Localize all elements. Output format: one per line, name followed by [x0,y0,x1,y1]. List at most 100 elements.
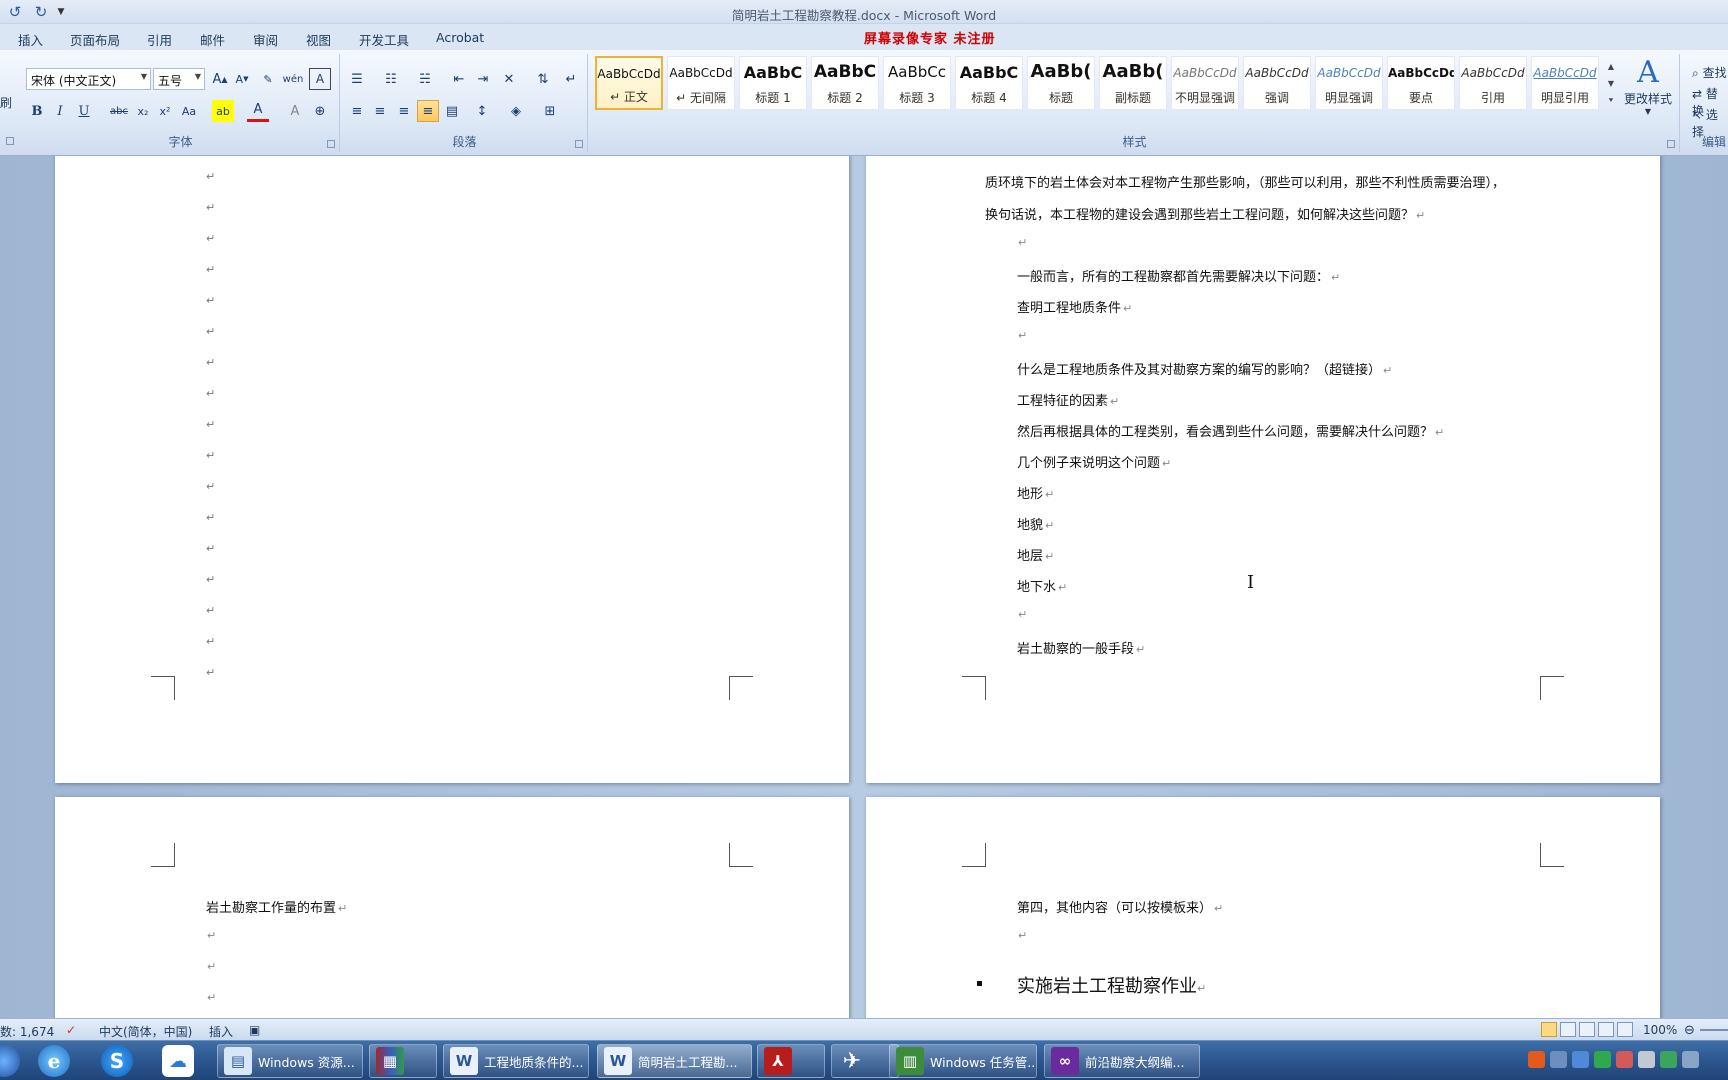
taskbar-item-explorer[interactable]: ▤ Windows 资源... [217,1044,363,1078]
style-strong[interactable]: AaBbCcDd 要点 [1387,56,1455,110]
style-quote[interactable]: AaBbCcDd 引用 [1459,56,1527,110]
clear-format-icon[interactable]: ✎ [257,68,279,90]
italic-icon[interactable]: I [49,100,71,122]
numbering-icon[interactable]: ☷ [380,68,402,90]
find-button[interactable]: ⌕ 查找 [1692,64,1727,81]
grow-font-icon[interactable]: A ▲ [209,68,231,90]
bold-icon[interactable]: B [26,100,48,122]
antivirus-icon[interactable] [1616,1051,1633,1068]
web-layout-icon[interactable] [1579,1022,1595,1037]
multilevel-list-icon[interactable]: ☵ [414,68,436,90]
zoom-out-icon[interactable]: ⊖ [1684,1023,1695,1038]
taskbar-item-winrar[interactable]: ▦ [369,1044,437,1078]
scroll-down-icon[interactable]: ▼ [1604,75,1618,92]
line-spacing-icon[interactable]: ↕ [471,100,493,122]
justify-icon[interactable]: ≡ [417,100,439,122]
tab-insert[interactable]: 插入 [18,30,43,49]
tab-review[interactable]: 审阅 [253,30,278,49]
style-heading-1[interactable]: AaBbC 标题 1 [739,56,807,110]
style-heading-4[interactable]: AaBbC 标题 4 [955,56,1023,110]
doc-line[interactable]: 什么是工程地质条件及其对勘察方案的编写的影响？（超链接） ↵ [1017,359,1392,378]
char-border-icon[interactable]: A [309,68,331,90]
word-count[interactable]: 数: 1,674 [0,1023,54,1040]
style-no-spacing[interactable]: AaBbCcDd ↵ 无间隔 [667,56,735,110]
network-icon[interactable] [1550,1051,1567,1068]
taskbar-item-word-2[interactable]: W 简明岩土工程勘... [597,1044,752,1078]
style-normal[interactable]: AaBbCcDd ↵ 正文 [595,56,663,110]
gallery-scroll[interactable]: ▲ ▼ ⯆ [1604,58,1618,112]
underline-icon[interactable]: U [73,100,95,122]
document-area[interactable]: ↵ ↵ ↵ ↵ ↵ ↵ ↵ ↵ ↵ ↵ ↵ ↵ ↵ ↵ ↵ ↵ ↵ 质环境下的岩土体会对本工程物产生那些影响，（… [0,156,1728,1026]
char-shading-icon[interactable]: A [284,100,306,122]
bullets-icon[interactable]: ☰ [346,68,368,90]
doc-heading[interactable]: 实施岩土工程勘察作业↵ [1017,972,1206,998]
styles-launcher-icon[interactable] [1667,140,1675,148]
usb-icon[interactable] [1638,1051,1655,1068]
doc-line[interactable]: ↵ [205,959,216,974]
insert-mode[interactable]: 插入 [209,1023,233,1040]
battery-icon[interactable] [1660,1051,1677,1068]
superscript-icon[interactable]: x² [154,100,176,122]
doc-line[interactable]: ↵ [1016,607,1027,622]
language-indicator[interactable]: 中文(简体，中国) [99,1023,192,1040]
tab-mailings[interactable]: 邮件 [200,30,225,49]
paragraph-launcher-icon[interactable] [575,140,583,148]
security-icon[interactable] [1594,1051,1611,1068]
scroll-up-icon[interactable]: ▲ [1604,58,1618,75]
doc-line[interactable]: 岩土勘察的一般手段 ↵ [1017,638,1145,657]
style-intense-emphasis[interactable]: AaBbCcDd 明显强调 [1315,56,1383,110]
doc-line[interactable]: 几个例子来说明这个问题 ↵ [1017,452,1171,471]
zoom-slider[interactable] [1700,1029,1728,1031]
tab-acrobat[interactable]: Acrobat [436,30,484,45]
font-size-box[interactable]: 五号 ▼ [153,68,205,90]
start-button-icon[interactable] [0,1045,20,1077]
increase-indent-icon[interactable]: ⇥ [472,68,494,90]
baidu-netdisk-icon[interactable]: ☁ [162,1045,194,1077]
decrease-indent-icon[interactable]: ⇤ [448,68,470,90]
doc-line[interactable]: 然后再根据具体的工程类别，看会遇到些什么问题，需要解决什么问题？ ↵ [1017,421,1444,440]
tab-developer[interactable]: 开发工具 [359,30,409,49]
tab-page-layout[interactable]: 页面布局 [70,30,120,49]
align-right-icon[interactable]: ≡ [393,100,415,122]
subscript-icon[interactable]: x₂ [132,100,154,122]
sort-icon[interactable]: ⇅ [532,68,554,90]
taskbar-item-visual-studio[interactable]: ∞ 前沿勘察大纲编... [1044,1044,1200,1078]
style-subtle-emphasis[interactable]: AaBbCcDd 不明显强调 [1171,56,1239,110]
phonetic-guide-icon[interactable]: wén [282,68,304,90]
doc-line[interactable]: 一般而言，所有的工程勘察都首先需要解决以下问题： ↵ [1017,266,1340,285]
align-left-icon[interactable]: ≡ [346,100,368,122]
font-name-box[interactable]: 宋体 (中文正文) ▼ [26,68,151,90]
sogou-ime-icon[interactable] [1528,1051,1545,1068]
doc-line[interactable]: 质环境下的岩土体会对本工程物产生那些影响，（那些可以利用，那些不利性质需要治理）… [985,172,1505,191]
chinese-layout-icon[interactable]: ✕ [498,68,520,90]
change-styles-button[interactable]: A 更改样式 ▼ [1620,56,1676,117]
style-heading-3[interactable]: AaBbCc 标题 3 [883,56,951,110]
taskbar-item-acrobat[interactable]: ⅄ [757,1044,825,1078]
style-title[interactable]: AaBb(标题 [1027,56,1095,110]
draft-view-icon[interactable] [1617,1022,1633,1037]
zoom-level[interactable]: 100% [1643,1023,1677,1037]
highlight-icon[interactable]: ab [212,100,234,122]
outline-view-icon[interactable] [1598,1022,1614,1037]
doc-line[interactable]: 地形 ↵ [1017,483,1054,502]
doc-line[interactable]: ↵ [205,928,216,943]
shrink-font-icon[interactable]: A ▼ [231,68,253,90]
doc-line[interactable]: 岩土勘察工作量的布置 ↵ [206,897,347,916]
font-color-icon[interactable]: A [247,100,269,122]
style-heading-2[interactable]: AaBbC 标题 2 [811,56,879,110]
clipboard-launcher-icon[interactable] [6,137,14,145]
style-emphasis[interactable]: AaBbCcDd 强调 [1243,56,1311,110]
show-marks-icon[interactable]: ↵ [560,68,582,90]
volume-icon[interactable] [1682,1051,1699,1068]
doc-line[interactable]: ↵ [1016,328,1027,343]
taskbar-item-task-manager[interactable]: ▥ Windows 任务管... [889,1044,1037,1078]
print-layout-icon[interactable] [1541,1022,1557,1037]
doc-line[interactable]: 工程特征的因素 ↵ [1017,390,1119,409]
doc-line[interactable]: 地层 ↵ [1017,545,1054,564]
change-case-icon[interactable]: Aa [178,100,200,122]
full-screen-reading-icon[interactable] [1560,1022,1576,1037]
sogou-browser-icon[interactable]: S [101,1045,133,1077]
font-launcher-icon[interactable] [327,140,335,148]
taskbar-item-word-1[interactable]: W 工程地质条件的... [443,1044,589,1078]
doc-line[interactable]: 地貌 ↵ [1017,514,1054,533]
